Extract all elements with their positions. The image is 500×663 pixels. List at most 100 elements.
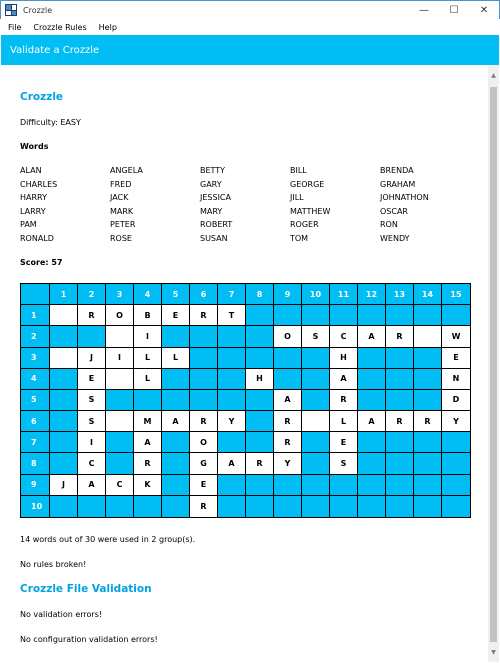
word-item: BILL (290, 166, 307, 175)
grid-cell-empty (274, 347, 302, 369)
config-validation-errors: No configuration validation errors! (20, 635, 158, 644)
grid-row-header: 1 (21, 305, 50, 327)
word-item: TOM (290, 233, 309, 243)
grid-cell-letter: H (246, 368, 274, 390)
word-item: MARY (200, 206, 223, 216)
grid-cell-letter: S (78, 411, 106, 433)
grid-cell-empty (414, 389, 442, 412)
grid-cell-empty (386, 389, 414, 412)
grid-cell-empty (218, 368, 246, 390)
grid-cell-empty (218, 474, 246, 496)
grid-row-header: 6 (21, 411, 50, 433)
word-item: OSCAR (380, 206, 408, 216)
words-heading: Words (20, 142, 49, 151)
scroll-thumb[interactable] (490, 87, 497, 642)
word-item: JACK (110, 193, 129, 202)
grid-cell-empty (218, 495, 246, 517)
grid-cell-letter: O (274, 326, 302, 348)
grid-cell-letter: J (50, 474, 78, 496)
vertical-scrollbar[interactable]: ▲ ▼ (488, 65, 499, 662)
grid-cell-letter: E (442, 347, 470, 369)
word-item: LARRY (20, 206, 46, 216)
grid-row-header: 9 (21, 474, 50, 496)
grid-cell-letter: R (78, 305, 106, 327)
grid-cell-empty (106, 432, 134, 454)
grid-cell-empty (386, 474, 414, 496)
grid-cell-empty (246, 411, 274, 433)
close-button[interactable]: ✕ (469, 1, 499, 19)
grid-column-header: 11 (330, 284, 358, 306)
menu-crozzle-rules[interactable]: Crozzle Rules (27, 23, 92, 32)
grid-cell-letter: L (330, 411, 358, 433)
word-item: CHARLES (20, 179, 58, 189)
grid-cell-empty (358, 495, 386, 517)
grid-cell-empty (358, 474, 386, 496)
grid-cell-empty (162, 453, 190, 475)
word-item: JOHNATHON (380, 193, 429, 202)
grid-cell-letter: Y (218, 411, 246, 433)
word-item: BRENDA (380, 166, 414, 175)
minimize-button[interactable]: — (409, 1, 439, 19)
scroll-up-icon[interactable]: ▲ (488, 69, 499, 83)
grid-cell-letter (302, 411, 330, 433)
grid-column-header: 7 (218, 284, 246, 306)
word-item: ANGELA (110, 166, 143, 175)
grid-cell-empty (162, 326, 190, 348)
grid-cell-empty (246, 389, 274, 412)
grid-cell-empty (358, 432, 386, 454)
grid-column-header: 6 (190, 284, 218, 306)
grid-cell-letter (414, 326, 442, 348)
grid-cell-letter: A (134, 432, 162, 454)
menu-help[interactable]: Help (93, 23, 123, 32)
difficulty-label: Difficulty: EASY (20, 118, 81, 127)
grid-cell-empty (442, 474, 470, 496)
grid-cell-letter: J (78, 347, 106, 369)
menu-bar: File Crozzle Rules Help (1, 19, 499, 35)
word-item: JESSICA (200, 193, 231, 202)
grid-cell-letter (106, 326, 134, 348)
grid-cell-letter: E (330, 432, 358, 454)
word-item: ALAN (20, 166, 42, 175)
crozzle-grid: 1 2 3 4 5 6 7 8 9 10 11 12 13 14 15 1 ROBERT2 IOSCAR W3… (20, 283, 471, 518)
grid-cell-empty (414, 432, 442, 454)
grid-column-header: 2 (78, 284, 106, 306)
grid-cell-letter: A (162, 411, 190, 433)
grid-column-header: 13 (386, 284, 414, 306)
grid-cell-empty (134, 495, 162, 517)
grid-cell-empty (274, 495, 302, 517)
grid-cell-letter (50, 347, 78, 369)
grid-cell-empty (358, 368, 386, 390)
grid-cell-letter: R (190, 305, 218, 327)
app-grid-icon (5, 4, 17, 16)
grid-column-header: 5 (162, 284, 190, 306)
grid-cell-empty (442, 432, 470, 454)
grid-cell-empty (246, 474, 274, 496)
file-validation-heading: Crozzle File Validation (20, 583, 152, 595)
menu-file[interactable]: File (1, 23, 27, 32)
usage-summary: 14 words out of 30 were used in 2 group(… (20, 535, 196, 544)
grid-cell-empty (330, 305, 358, 327)
grid-cell-empty (386, 495, 414, 517)
grid-cell-letter: O (190, 432, 218, 454)
grid-cell-empty (50, 495, 78, 517)
grid-cell-empty (414, 474, 442, 496)
grid-cell-letter: R (190, 411, 218, 433)
grid-cell-letter: I (78, 432, 106, 454)
grid-cell-empty (358, 305, 386, 327)
scroll-down-icon[interactable]: ▼ (488, 646, 499, 660)
word-item: GRAHAM (380, 179, 416, 189)
grid-cell-letter: S (78, 389, 106, 412)
grid-cell-letter: L (134, 368, 162, 390)
grid-cell-empty (442, 453, 470, 475)
grid-cell-empty (386, 432, 414, 454)
grid-cell-empty (302, 453, 330, 475)
page-title: Validate a Crozzle (10, 44, 100, 56)
grid-cell-letter: K (134, 474, 162, 496)
grid-cell-letter: M (134, 411, 162, 433)
word-item: GEORGE (290, 179, 325, 189)
grid-cell-letter: L (162, 347, 190, 369)
word-item: PAM (20, 220, 37, 229)
maximize-button[interactable]: ☐ (439, 1, 469, 19)
grid-cell-letter: L (134, 347, 162, 369)
grid-cell-empty (302, 495, 330, 517)
